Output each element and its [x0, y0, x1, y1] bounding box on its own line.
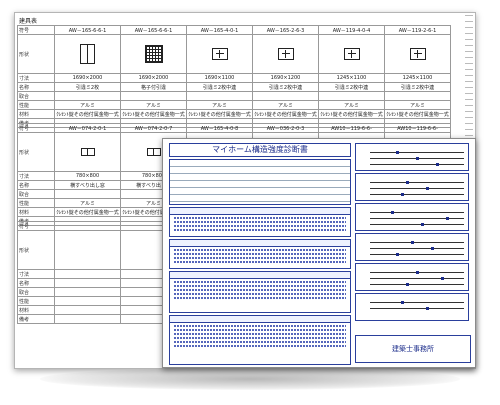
sliding-window-icon: [277, 48, 294, 60]
report-section: [169, 315, 351, 365]
name-cell: 引違ミ2枚: [54, 82, 121, 92]
code-cell: AW－165-6-6-1: [54, 25, 121, 35]
door-window-icon: [80, 44, 95, 64]
row-label: 取合: [17, 189, 55, 199]
report-section: [169, 207, 351, 237]
section-header: [170, 240, 350, 247]
row-label: 名称: [17, 82, 55, 92]
material-cell: アルミ: [186, 100, 253, 110]
sliding-window-icon: [343, 48, 360, 60]
office-name: 建築士事務所: [355, 335, 471, 363]
row-label: 形状: [17, 132, 55, 172]
schedule-table-1: 符号 AW－165-6-6-1 AW－165-6-6-1 AW－165-4-0-…: [17, 25, 451, 128]
report-section: [169, 239, 351, 269]
gauge-panel: [355, 203, 469, 231]
notes-cell: ｸﾚｾﾝﾄ錠その他付属金物一式: [186, 109, 253, 119]
row-label: 材料: [17, 109, 55, 119]
notes-cell: ｸﾚｾﾝﾄ錠その他付属金物一式: [252, 109, 319, 119]
row-label: 寸法: [17, 269, 55, 279]
material-cell: アルミ: [318, 100, 385, 110]
size-cell: 780×800: [54, 171, 121, 181]
row-label: 寸法: [17, 73, 55, 83]
row-label: 性能: [17, 100, 55, 110]
size-cell: 1245×1100: [384, 73, 451, 83]
sliding-window-icon: [211, 48, 228, 60]
name-cell: 引違ミ2枚中連: [384, 82, 451, 92]
row-label: 名称: [17, 278, 55, 288]
code-cell: AW－119-4-0-4: [318, 25, 385, 35]
material-cell: アルミ: [54, 198, 121, 208]
row-label: 名称: [17, 180, 55, 190]
gauge-panel: [355, 233, 469, 261]
code-cell: AW－074-2-0-1: [54, 123, 121, 133]
gauge-panel: [355, 263, 469, 291]
name-cell: 引違ミ2枚中連: [318, 82, 385, 92]
row-label: 性能: [17, 296, 55, 306]
material-cell: アルミ: [54, 100, 121, 110]
row-label: 取合: [17, 91, 55, 101]
code-cell: AW10－119-6-6-: [318, 123, 385, 133]
awning-window-icon: [80, 148, 95, 156]
code-cell: AW－165-2-6-3: [252, 25, 319, 35]
schedule-title: 建具表: [19, 18, 38, 25]
grid-window-icon: [144, 45, 163, 63]
size-cell: 1245×1100: [318, 73, 385, 83]
report-title: マイホーム構造強度診断書: [169, 143, 351, 157]
section-header: [170, 208, 350, 215]
notes-cell: ｸﾚｾﾝﾄ錠その他付属金物一式: [318, 109, 385, 119]
code-cell: AW－165-4-0-8: [186, 123, 253, 133]
section-header: [170, 272, 350, 279]
report-section: [169, 271, 351, 313]
row-label: 材料: [17, 207, 55, 217]
row-label: 形状: [17, 34, 55, 74]
awning-window-icon: [146, 148, 161, 156]
name-cell: 引違ミ2枚中連: [186, 82, 253, 92]
row-label: 備考: [17, 314, 55, 324]
section-header: [170, 316, 350, 323]
gauge-panel: [355, 293, 469, 321]
name-cell: 引違ミ2枚中連: [252, 82, 319, 92]
size-cell: 1690×2000: [120, 73, 187, 83]
notes-cell: ｸﾚｾﾝﾄ錠その他付属金物一式: [120, 109, 187, 119]
size-cell: 1690×1100: [186, 73, 253, 83]
row-label: 符号: [17, 123, 55, 133]
row-label: 形状: [17, 230, 55, 270]
code-cell: AW－074-2-0-7: [120, 123, 187, 133]
info-table: [169, 159, 351, 205]
code-cell: AW10－119-6-6-: [384, 123, 451, 133]
row-label: 取合: [17, 287, 55, 297]
sliding-window-icon: [409, 48, 426, 60]
code-cell: AW－036-2-0-3: [252, 123, 319, 133]
row-label: 材料: [17, 305, 55, 315]
gauge-column: [355, 143, 469, 323]
row-label: 符号: [17, 25, 55, 35]
page-shadow: [40, 368, 460, 390]
code-cell: AW－165-6-6-1: [120, 25, 187, 35]
code-cell: AW－119-2-6-1: [384, 25, 451, 35]
gauge-panel: [355, 173, 469, 201]
size-cell: 1690×2000: [54, 73, 121, 83]
notes-cell: ｸﾚｾﾝﾄ錠その他付属金物一式: [54, 109, 121, 119]
name-cell: 格子付引違: [120, 82, 187, 92]
row-label: 性能: [17, 198, 55, 208]
row-label: 符号: [17, 221, 55, 231]
row-label: 寸法: [17, 171, 55, 181]
code-cell: AW－165-4-0-1: [186, 25, 253, 35]
material-cell: アルミ: [384, 100, 451, 110]
gauge-panel: [355, 143, 469, 171]
material-cell: アルミ: [120, 100, 187, 110]
name-cell: 横すべり出し窓: [54, 180, 121, 190]
notes-cell: ｸﾚｾﾝﾄ錠その他付属金物一式: [54, 207, 121, 217]
notes-cell: ｸﾚｾﾝﾄ錠その他付属金物一式: [384, 109, 451, 119]
size-cell: 1690×1200: [252, 73, 319, 83]
material-cell: アルミ: [252, 100, 319, 110]
diagnosis-report-sheet: マイホーム構造強度診断書 建築士事務所: [162, 138, 476, 368]
